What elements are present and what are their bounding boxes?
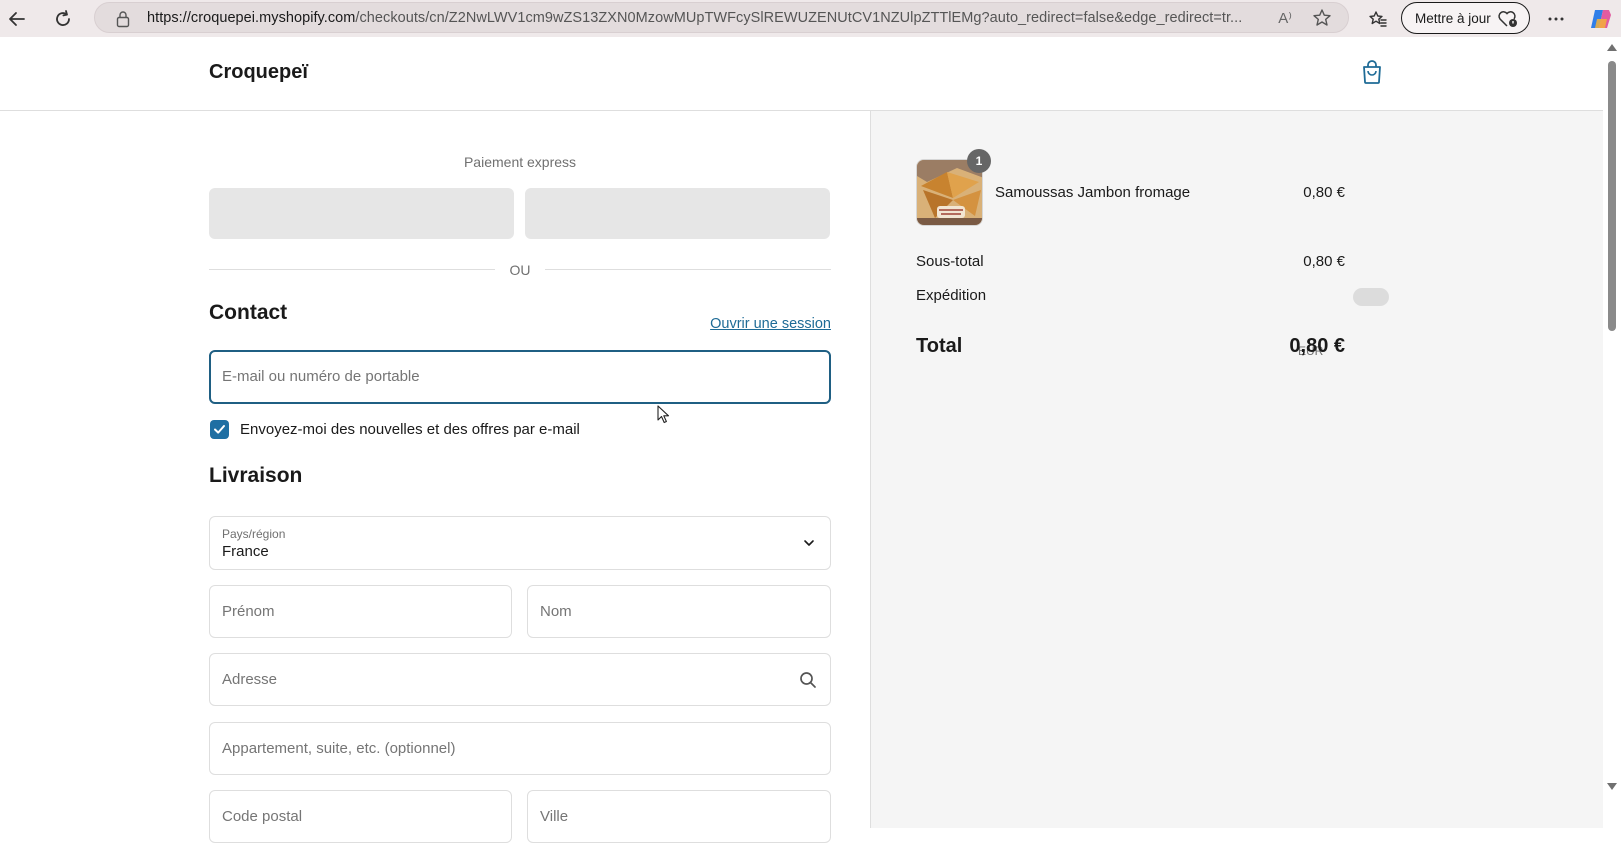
address-bar[interactable]: https://croquepei.myshopify.com/checkout… [94,2,1349,33]
product-price: 0,80 € [1303,184,1345,201]
scroll-down-arrow-icon[interactable] [1607,783,1617,790]
more-dots-icon [1548,17,1564,21]
country-value: France [222,543,269,560]
first-name-input[interactable] [222,603,508,620]
delivery-heading: Livraison [209,464,303,487]
country-label: Pays/région [222,527,286,541]
scrollbar-thumb[interactable] [1608,61,1616,331]
product-name: Samoussas Jambon fromage [995,184,1191,201]
quantity-badge: 1 [967,149,991,173]
email-input[interactable] [222,368,810,385]
more-menu-button[interactable] [1541,4,1571,34]
copilot-button[interactable] [1586,4,1616,34]
search-icon [800,672,816,688]
copilot-icon [1591,10,1611,28]
express-pay-button-1[interactable] [209,188,514,239]
total-value: 0,80 € [1289,335,1345,357]
update-label: Mettre à jour [1415,10,1491,26]
or-separator: OU [509,262,531,278]
postal-code-input[interactable] [222,808,508,825]
postal-code-field[interactable] [209,790,512,843]
back-arrow-icon [9,12,25,26]
subtotal-value: 0,80 € [1303,253,1345,270]
shipping-loading-placeholder [1353,288,1389,306]
contact-heading: Contact [209,301,288,324]
order-summary-column: 1 Samoussas Jambon fromage 0,80 € Sous-t… [870,111,1603,828]
favorites-button[interactable] [1363,4,1393,34]
reload-icon [56,10,70,26]
heart-update-icon [1498,11,1517,27]
newsletter-label[interactable]: Envoyez-moi des nouvelles et des offres … [240,421,580,438]
scroll-up-arrow-icon[interactable] [1607,44,1617,51]
apartment-field[interactable] [209,722,831,775]
country-select[interactable]: Pays/région France [209,516,831,570]
mouse-cursor-icon [657,405,670,424]
address-input[interactable] [222,671,768,688]
newsletter-checkbox[interactable] [210,420,229,439]
read-aloud-icon[interactable]: A⁾ [1278,9,1292,27]
total-label: Total [916,335,963,357]
shopping-bag-icon[interactable] [1361,59,1383,85]
checkout-header: Croquepeï [0,37,1603,111]
apartment-input[interactable] [222,740,811,757]
favorite-star-icon[interactable] [1312,8,1332,28]
checkout-form-column: Paiement express OU Contact Ouvrir une s… [0,111,870,843]
reload-button[interactable] [48,4,78,34]
update-browser-button[interactable]: Mettre à jour [1401,2,1530,34]
express-pay-button-2[interactable] [525,188,830,239]
subtotal-label: Sous-total [916,253,984,270]
login-link[interactable]: Ouvrir une session [700,316,831,332]
back-button[interactable] [2,4,32,34]
last-name-input[interactable] [540,603,827,620]
express-checkout-title: Paiement express [463,154,577,170]
last-name-field[interactable] [527,585,831,638]
first-name-field[interactable] [209,585,512,638]
email-field[interactable] [209,350,831,404]
browser-toolbar: https://croquepei.myshopify.com/checkout… [0,0,1621,37]
url-text: https://croquepei.myshopify.com/checkout… [147,10,1243,26]
store-logo[interactable]: Croquepeï [209,61,308,84]
favorites-list-icon [1369,11,1387,27]
address-field[interactable] [209,653,831,706]
city-input[interactable] [540,808,827,825]
divider-right [545,269,831,270]
divider-left [209,269,495,270]
checkmark-icon [214,425,225,434]
chevron-down-icon [804,540,814,546]
city-field[interactable] [527,790,831,843]
page-scrollbar[interactable] [1603,37,1621,828]
shipping-label: Expédition [916,287,987,304]
site-info-icon[interactable] [115,10,131,28]
